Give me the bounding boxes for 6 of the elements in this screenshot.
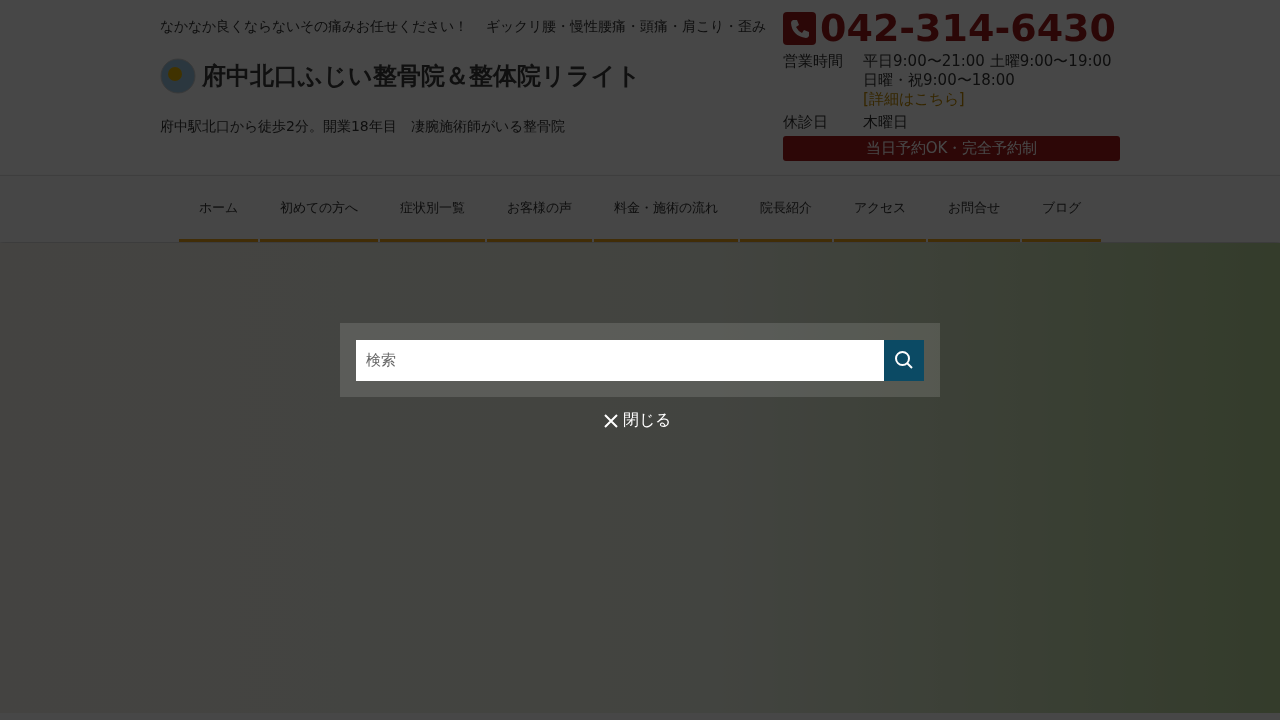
close-icon	[604, 413, 618, 428]
info-label: 営業時間	[783, 52, 844, 72]
search-icon	[894, 350, 914, 370]
search-field[interactable]: 検索	[356, 339, 884, 381]
close-button[interactable]: 閉じる	[600, 408, 675, 433]
search-button[interactable]	[884, 339, 924, 381]
